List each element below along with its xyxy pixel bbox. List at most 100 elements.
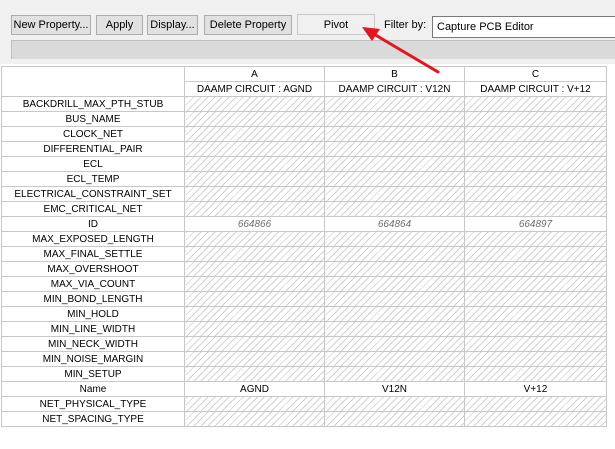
property-cell[interactable] bbox=[184, 291, 325, 307]
property-cell[interactable] bbox=[184, 336, 325, 352]
property-cell[interactable] bbox=[464, 351, 607, 367]
property-cell[interactable]: AGND bbox=[184, 381, 325, 397]
property-cell[interactable] bbox=[184, 261, 325, 277]
property-cell[interactable] bbox=[464, 321, 607, 337]
row-header[interactable]: Name bbox=[1, 381, 185, 397]
property-cell[interactable] bbox=[324, 201, 465, 217]
property-cell[interactable] bbox=[184, 276, 325, 292]
property-cell[interactable] bbox=[464, 186, 607, 202]
column-header-a[interactable]: A bbox=[184, 66, 325, 82]
property-cell[interactable] bbox=[324, 171, 465, 187]
property-cell[interactable] bbox=[464, 246, 607, 262]
row-header[interactable]: ELECTRICAL_CONSTRAINT_SET bbox=[1, 186, 185, 202]
net-header-c[interactable]: DAAMP CIRCUIT : V+12 bbox=[464, 81, 607, 97]
net-header-a[interactable]: DAAMP CIRCUIT : AGND bbox=[184, 81, 325, 97]
column-header-c[interactable]: C bbox=[464, 66, 607, 82]
column-header-b[interactable]: B bbox=[324, 66, 465, 82]
row-header[interactable]: MIN_HOLD bbox=[1, 306, 185, 322]
property-cell[interactable] bbox=[184, 411, 325, 427]
row-header[interactable]: MIN_NOISE_MARGIN bbox=[1, 351, 185, 367]
row-header[interactable]: ID bbox=[1, 216, 185, 232]
row-header[interactable]: MAX_VIA_COUNT bbox=[1, 276, 185, 292]
property-cell[interactable] bbox=[324, 126, 465, 142]
property-cell[interactable] bbox=[464, 291, 607, 307]
property-cell[interactable] bbox=[464, 141, 607, 157]
property-cell[interactable] bbox=[324, 276, 465, 292]
row-header[interactable]: BACKDRILL_MAX_PTH_STUB bbox=[1, 96, 185, 112]
property-cell[interactable] bbox=[464, 201, 607, 217]
property-cell[interactable] bbox=[184, 306, 325, 322]
row-header[interactable]: NET_PHYSICAL_TYPE bbox=[1, 396, 185, 412]
property-cell[interactable]: 664866 bbox=[184, 216, 325, 232]
row-header[interactable]: MAX_FINAL_SETTLE bbox=[1, 246, 185, 262]
property-cell[interactable] bbox=[324, 261, 465, 277]
property-cell[interactable] bbox=[324, 96, 465, 112]
row-header[interactable]: CLOCK_NET bbox=[1, 126, 185, 142]
row-header[interactable]: MIN_LINE_WIDTH bbox=[1, 321, 185, 337]
pivot-button[interactable]: Pivot bbox=[297, 14, 375, 35]
property-cell[interactable] bbox=[324, 141, 465, 157]
property-cell[interactable] bbox=[324, 366, 465, 382]
filter-by-dropdown[interactable]: Capture PCB Editor bbox=[432, 16, 615, 38]
property-cell[interactable]: 664864 bbox=[324, 216, 465, 232]
property-cell[interactable] bbox=[464, 171, 607, 187]
property-cell[interactable] bbox=[464, 231, 607, 247]
row-header[interactable]: MAX_OVERSHOOT bbox=[1, 261, 185, 277]
property-cell[interactable]: V+12 bbox=[464, 381, 607, 397]
property-cell[interactable] bbox=[324, 246, 465, 262]
property-cell[interactable] bbox=[464, 336, 607, 352]
property-cell[interactable] bbox=[184, 246, 325, 262]
row-header[interactable]: ECL bbox=[1, 156, 185, 172]
property-cell[interactable] bbox=[464, 276, 607, 292]
property-cell[interactable] bbox=[184, 111, 325, 127]
row-header[interactable]: ECL_TEMP bbox=[1, 171, 185, 187]
new-property-button[interactable]: New Property... bbox=[11, 15, 91, 35]
property-cell[interactable] bbox=[464, 306, 607, 322]
property-cell[interactable] bbox=[324, 111, 465, 127]
property-cell[interactable] bbox=[184, 156, 325, 172]
property-cell[interactable] bbox=[464, 261, 607, 277]
row-header[interactable]: MIN_NECK_WIDTH bbox=[1, 336, 185, 352]
property-cell[interactable] bbox=[184, 396, 325, 412]
property-cell[interactable] bbox=[464, 411, 607, 427]
grid-corner-cell[interactable] bbox=[1, 66, 185, 97]
row-header[interactable]: DIFFERENTIAL_PAIR bbox=[1, 141, 185, 157]
row-header[interactable]: BUS_NAME bbox=[1, 111, 185, 127]
property-cell[interactable]: 664897 bbox=[464, 216, 607, 232]
delete-property-button[interactable]: Delete Property bbox=[204, 15, 292, 35]
property-cell[interactable] bbox=[324, 396, 465, 412]
property-cell[interactable] bbox=[184, 201, 325, 217]
row-header[interactable]: MAX_EXPOSED_LENGTH bbox=[1, 231, 185, 247]
property-cell[interactable] bbox=[324, 231, 465, 247]
property-cell[interactable] bbox=[184, 321, 325, 337]
property-cell[interactable] bbox=[324, 411, 465, 427]
property-cell[interactable] bbox=[464, 111, 607, 127]
property-cell[interactable] bbox=[324, 336, 465, 352]
property-cell[interactable] bbox=[184, 126, 325, 142]
property-cell[interactable] bbox=[464, 396, 607, 412]
property-cell[interactable] bbox=[464, 126, 607, 142]
property-cell[interactable] bbox=[324, 291, 465, 307]
row-header[interactable]: EMC_CRITICAL_NET bbox=[1, 201, 185, 217]
property-cell[interactable] bbox=[184, 186, 325, 202]
property-cell[interactable] bbox=[184, 366, 325, 382]
property-cell[interactable] bbox=[464, 96, 607, 112]
property-cell[interactable] bbox=[184, 141, 325, 157]
row-header[interactable]: NET_SPACING_TYPE bbox=[1, 411, 185, 427]
property-cell[interactable] bbox=[184, 351, 325, 367]
property-cell[interactable] bbox=[464, 366, 607, 382]
property-cell[interactable] bbox=[324, 306, 465, 322]
property-cell[interactable] bbox=[184, 96, 325, 112]
property-cell[interactable] bbox=[184, 231, 325, 247]
property-grid-area[interactable]: A B C DAAMP CIRCUIT : AGND DAAMP CIRCUIT… bbox=[0, 64, 615, 449]
apply-button[interactable]: Apply bbox=[96, 15, 143, 35]
property-cell[interactable]: V12N bbox=[324, 381, 465, 397]
property-cell[interactable] bbox=[324, 156, 465, 172]
property-cell[interactable] bbox=[324, 186, 465, 202]
row-header[interactable]: MIN_SETUP bbox=[1, 366, 185, 382]
property-cell[interactable] bbox=[464, 156, 607, 172]
net-header-b[interactable]: DAAMP CIRCUIT : V12N bbox=[324, 81, 465, 97]
property-cell[interactable] bbox=[324, 351, 465, 367]
display-button[interactable]: Display... bbox=[147, 15, 198, 35]
property-cell[interactable] bbox=[324, 321, 465, 337]
